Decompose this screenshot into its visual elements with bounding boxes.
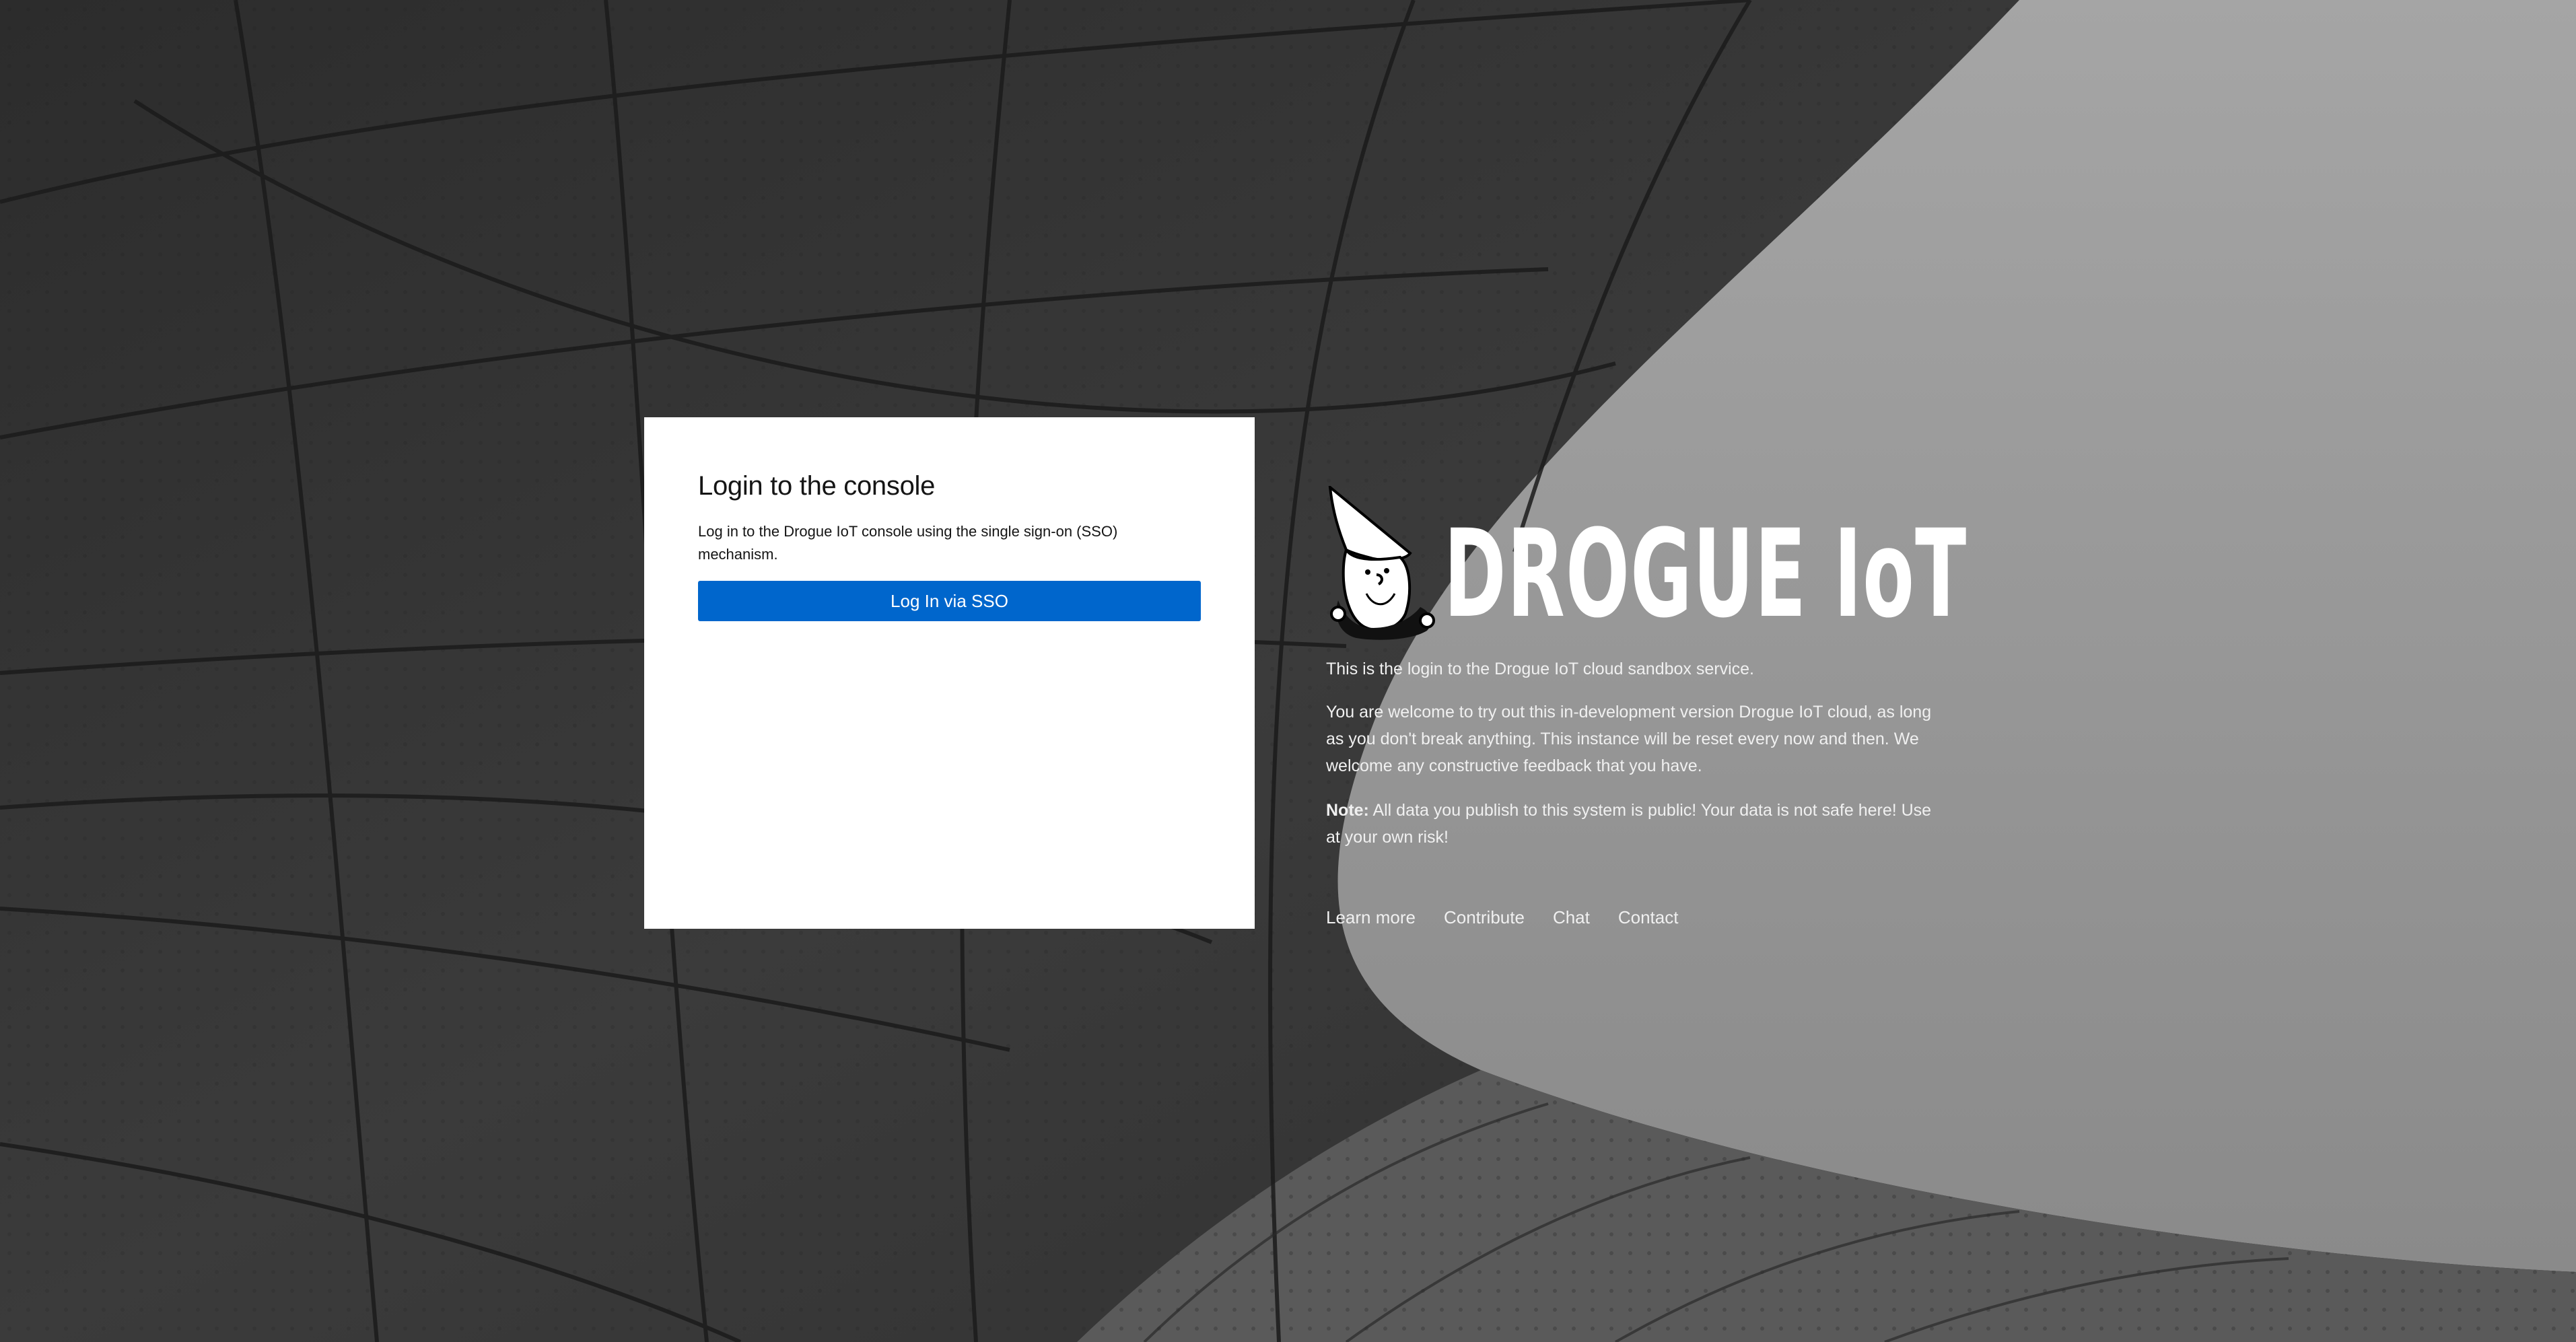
- brand-panel: DROGUE IoT This is the login to the Drog…: [1326, 486, 1966, 928]
- note-paragraph: Note: All data you publish to this syste…: [1326, 797, 1945, 851]
- brand-logo: DROGUE IoT: [1326, 486, 1966, 641]
- login-description: Log in to the Drogue IoT console using t…: [698, 523, 1118, 563]
- intro-text: This is the login to the Drogue IoT clou…: [1326, 660, 1754, 678]
- login-title: Login to the console: [698, 471, 936, 501]
- footer-links: Learn more Contribute Chat Contact: [1326, 907, 1945, 928]
- brand-wordmark: DROGUE IoT: [1444, 504, 1968, 645]
- learn-more-link[interactable]: Learn more: [1326, 907, 1416, 928]
- login-page: Login to the console Log in to the Drogu…: [0, 0, 2576, 1342]
- contribute-link[interactable]: Contribute: [1444, 907, 1525, 928]
- login-card: Login to the console Log in to the Drogu…: [644, 417, 1255, 929]
- note-label: Note:: [1326, 801, 1369, 820]
- info-section: This is the login to the Drogue IoT clou…: [1326, 656, 1945, 851]
- sso-login-button[interactable]: Log In via SSO: [698, 581, 1201, 621]
- contact-link[interactable]: Contact: [1618, 907, 1679, 928]
- note-text: All data you publish to this system is p…: [1326, 801, 1932, 847]
- gnome-mascot-icon: [1328, 486, 1435, 640]
- chat-link[interactable]: Chat: [1553, 907, 1590, 928]
- welcome-text: You are welcome to try out this in-devel…: [1326, 703, 1932, 775]
- background-image: [0, 0, 2576, 1342]
